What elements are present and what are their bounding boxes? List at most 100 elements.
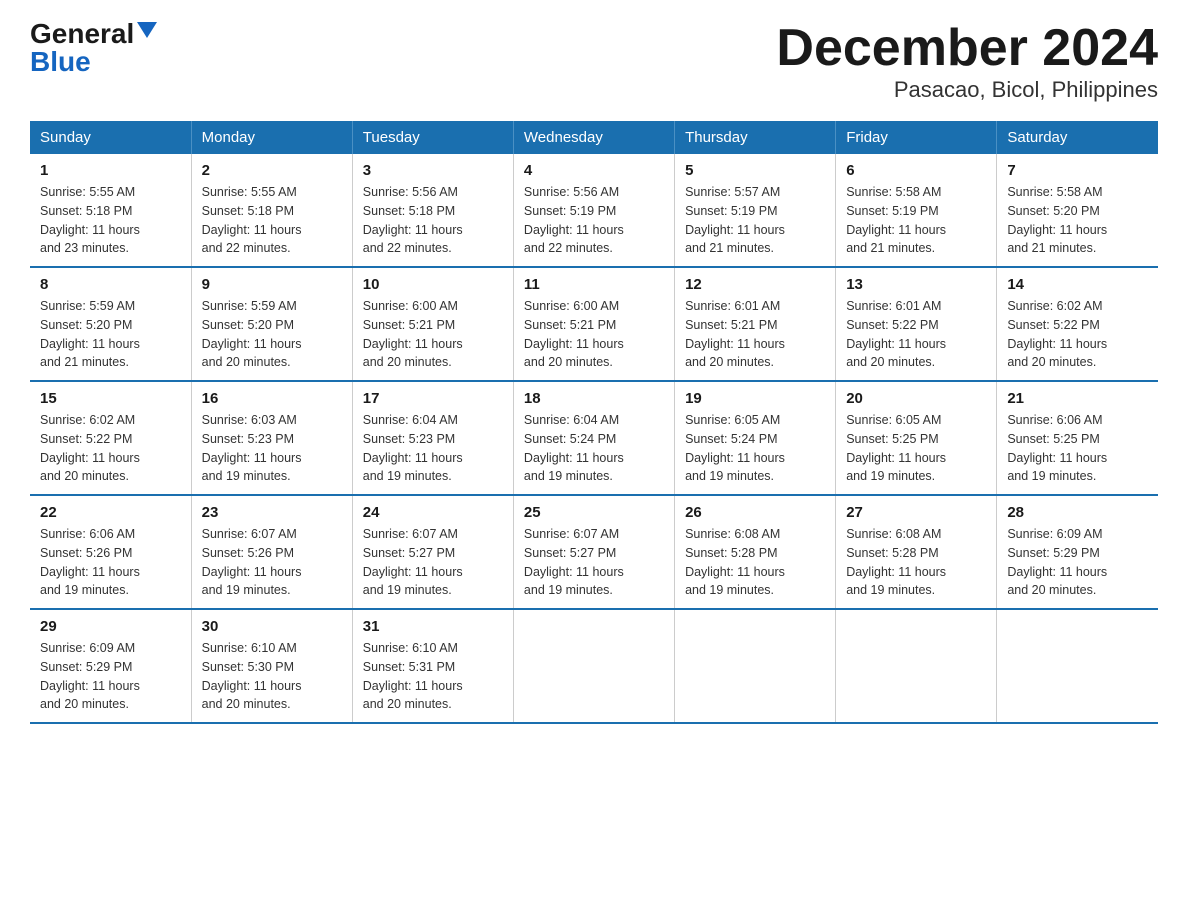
calendar-cell: 25 Sunrise: 6:07 AMSunset: 5:27 PMDaylig… [513, 495, 674, 609]
day-number: 20 [846, 390, 986, 407]
calendar-cell: 16 Sunrise: 6:03 AMSunset: 5:23 PMDaylig… [191, 381, 352, 495]
day-info: Sunrise: 6:00 AMSunset: 5:21 PMDaylight:… [524, 297, 664, 372]
day-number: 1 [40, 162, 181, 179]
calendar-cell: 8 Sunrise: 5:59 AMSunset: 5:20 PMDayligh… [30, 267, 191, 381]
day-info: Sunrise: 6:10 AMSunset: 5:31 PMDaylight:… [363, 639, 503, 714]
day-number: 30 [202, 618, 342, 635]
day-number: 11 [524, 276, 664, 293]
page-header: General Blue December 2024 Pasacao, Bico… [30, 20, 1158, 103]
calendar-cell: 28 Sunrise: 6:09 AMSunset: 5:29 PMDaylig… [997, 495, 1158, 609]
day-number: 7 [1007, 162, 1148, 179]
day-number: 5 [685, 162, 825, 179]
day-info: Sunrise: 6:01 AMSunset: 5:21 PMDaylight:… [685, 297, 825, 372]
day-info: Sunrise: 6:07 AMSunset: 5:26 PMDaylight:… [202, 525, 342, 600]
calendar-cell: 29 Sunrise: 6:09 AMSunset: 5:29 PMDaylig… [30, 609, 191, 723]
day-number: 25 [524, 504, 664, 521]
logo-general-text: General [30, 20, 134, 48]
day-info: Sunrise: 6:07 AMSunset: 5:27 PMDaylight:… [524, 525, 664, 600]
calendar-cell: 1 Sunrise: 5:55 AMSunset: 5:18 PMDayligh… [30, 154, 191, 267]
calendar-cell: 11 Sunrise: 6:00 AMSunset: 5:21 PMDaylig… [513, 267, 674, 381]
day-number: 2 [202, 162, 342, 179]
calendar-cell: 22 Sunrise: 6:06 AMSunset: 5:26 PMDaylig… [30, 495, 191, 609]
page-title: December 2024 [776, 20, 1158, 77]
header-tuesday: Tuesday [352, 121, 513, 154]
calendar-cell: 31 Sunrise: 6:10 AMSunset: 5:31 PMDaylig… [352, 609, 513, 723]
header-monday: Monday [191, 121, 352, 154]
header-saturday: Saturday [997, 121, 1158, 154]
day-info: Sunrise: 6:04 AMSunset: 5:24 PMDaylight:… [524, 411, 664, 486]
day-info: Sunrise: 5:57 AMSunset: 5:19 PMDaylight:… [685, 183, 825, 258]
calendar-cell: 23 Sunrise: 6:07 AMSunset: 5:26 PMDaylig… [191, 495, 352, 609]
calendar-cell: 15 Sunrise: 6:02 AMSunset: 5:22 PMDaylig… [30, 381, 191, 495]
day-number: 9 [202, 276, 342, 293]
calendar-cell: 17 Sunrise: 6:04 AMSunset: 5:23 PMDaylig… [352, 381, 513, 495]
day-number: 14 [1007, 276, 1148, 293]
calendar-cell: 2 Sunrise: 5:55 AMSunset: 5:18 PMDayligh… [191, 154, 352, 267]
calendar-cell: 13 Sunrise: 6:01 AMSunset: 5:22 PMDaylig… [836, 267, 997, 381]
day-number: 31 [363, 618, 503, 635]
day-number: 23 [202, 504, 342, 521]
page-subtitle: Pasacao, Bicol, Philippines [776, 77, 1158, 103]
calendar-cell [513, 609, 674, 723]
calendar-header-row: SundayMondayTuesdayWednesdayThursdayFrid… [30, 121, 1158, 154]
calendar-cell: 18 Sunrise: 6:04 AMSunset: 5:24 PMDaylig… [513, 381, 674, 495]
day-info: Sunrise: 6:10 AMSunset: 5:30 PMDaylight:… [202, 639, 342, 714]
day-info: Sunrise: 6:03 AMSunset: 5:23 PMDaylight:… [202, 411, 342, 486]
logo-triangle-icon [137, 22, 157, 38]
day-number: 16 [202, 390, 342, 407]
day-info: Sunrise: 6:05 AMSunset: 5:24 PMDaylight:… [685, 411, 825, 486]
day-info: Sunrise: 5:55 AMSunset: 5:18 PMDaylight:… [202, 183, 342, 258]
calendar-cell: 3 Sunrise: 5:56 AMSunset: 5:18 PMDayligh… [352, 154, 513, 267]
day-info: Sunrise: 6:08 AMSunset: 5:28 PMDaylight:… [685, 525, 825, 600]
calendar-cell: 6 Sunrise: 5:58 AMSunset: 5:19 PMDayligh… [836, 154, 997, 267]
day-info: Sunrise: 5:59 AMSunset: 5:20 PMDaylight:… [202, 297, 342, 372]
calendar-cell: 20 Sunrise: 6:05 AMSunset: 5:25 PMDaylig… [836, 381, 997, 495]
day-number: 6 [846, 162, 986, 179]
day-number: 24 [363, 504, 503, 521]
day-info: Sunrise: 5:55 AMSunset: 5:18 PMDaylight:… [40, 183, 181, 258]
day-number: 29 [40, 618, 181, 635]
calendar-cell: 4 Sunrise: 5:56 AMSunset: 5:19 PMDayligh… [513, 154, 674, 267]
calendar-cell: 30 Sunrise: 6:10 AMSunset: 5:30 PMDaylig… [191, 609, 352, 723]
calendar-cell [997, 609, 1158, 723]
calendar-week-row: 29 Sunrise: 6:09 AMSunset: 5:29 PMDaylig… [30, 609, 1158, 723]
day-info: Sunrise: 6:07 AMSunset: 5:27 PMDaylight:… [363, 525, 503, 600]
day-number: 3 [363, 162, 503, 179]
day-info: Sunrise: 6:02 AMSunset: 5:22 PMDaylight:… [40, 411, 181, 486]
day-info: Sunrise: 6:08 AMSunset: 5:28 PMDaylight:… [846, 525, 986, 600]
calendar-cell: 10 Sunrise: 6:00 AMSunset: 5:21 PMDaylig… [352, 267, 513, 381]
day-info: Sunrise: 5:56 AMSunset: 5:18 PMDaylight:… [363, 183, 503, 258]
day-number: 10 [363, 276, 503, 293]
day-number: 19 [685, 390, 825, 407]
calendar-cell: 14 Sunrise: 6:02 AMSunset: 5:22 PMDaylig… [997, 267, 1158, 381]
header-wednesday: Wednesday [513, 121, 674, 154]
header-sunday: Sunday [30, 121, 191, 154]
calendar-cell: 21 Sunrise: 6:06 AMSunset: 5:25 PMDaylig… [997, 381, 1158, 495]
calendar-cell [675, 609, 836, 723]
day-info: Sunrise: 5:56 AMSunset: 5:19 PMDaylight:… [524, 183, 664, 258]
calendar-table: SundayMondayTuesdayWednesdayThursdayFrid… [30, 121, 1158, 724]
day-number: 27 [846, 504, 986, 521]
day-number: 12 [685, 276, 825, 293]
calendar-cell: 9 Sunrise: 5:59 AMSunset: 5:20 PMDayligh… [191, 267, 352, 381]
title-section: December 2024 Pasacao, Bicol, Philippine… [776, 20, 1158, 103]
day-number: 15 [40, 390, 181, 407]
day-info: Sunrise: 5:59 AMSunset: 5:20 PMDaylight:… [40, 297, 181, 372]
day-info: Sunrise: 6:01 AMSunset: 5:22 PMDaylight:… [846, 297, 986, 372]
logo: General Blue [30, 20, 157, 76]
day-number: 4 [524, 162, 664, 179]
calendar-week-row: 1 Sunrise: 5:55 AMSunset: 5:18 PMDayligh… [30, 154, 1158, 267]
day-number: 28 [1007, 504, 1148, 521]
calendar-cell [836, 609, 997, 723]
day-number: 21 [1007, 390, 1148, 407]
calendar-cell: 5 Sunrise: 5:57 AMSunset: 5:19 PMDayligh… [675, 154, 836, 267]
day-info: Sunrise: 6:00 AMSunset: 5:21 PMDaylight:… [363, 297, 503, 372]
day-number: 13 [846, 276, 986, 293]
day-info: Sunrise: 6:09 AMSunset: 5:29 PMDaylight:… [40, 639, 181, 714]
day-number: 22 [40, 504, 181, 521]
calendar-cell: 24 Sunrise: 6:07 AMSunset: 5:27 PMDaylig… [352, 495, 513, 609]
day-info: Sunrise: 6:02 AMSunset: 5:22 PMDaylight:… [1007, 297, 1148, 372]
day-info: Sunrise: 6:05 AMSunset: 5:25 PMDaylight:… [846, 411, 986, 486]
calendar-week-row: 22 Sunrise: 6:06 AMSunset: 5:26 PMDaylig… [30, 495, 1158, 609]
day-info: Sunrise: 6:06 AMSunset: 5:25 PMDaylight:… [1007, 411, 1148, 486]
